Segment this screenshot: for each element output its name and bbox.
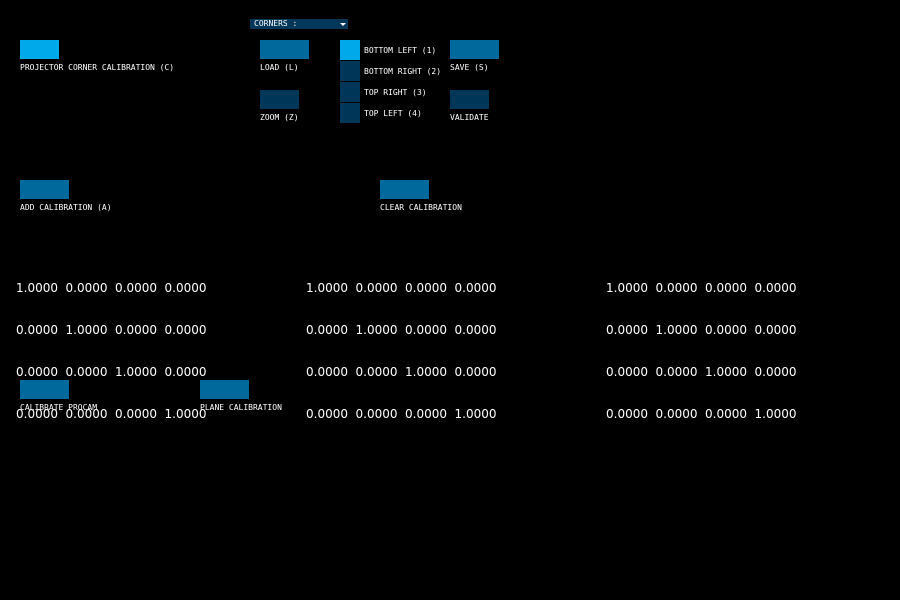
matrix-cell: 1.0000 [405, 365, 447, 379]
projector-corner-calibration-button[interactable] [20, 40, 59, 59]
save-button[interactable] [450, 40, 499, 59]
matrix-cell: 0.0000 [606, 323, 648, 337]
matrix-row: 0.0000 0.0000 0.0000 1.0000 [606, 407, 804, 421]
matrix-cell: 0.0000 [754, 323, 797, 337]
corner-option-label: BOTTOM LEFT (1) [364, 46, 437, 55]
corner-option-label: TOP LEFT (4) [364, 109, 422, 118]
clear-calibration-button[interactable] [380, 180, 429, 199]
zoom-button[interactable] [260, 90, 299, 109]
load-label: LOAD (L) [260, 63, 299, 72]
matrix-cell: 0.0000 [355, 407, 398, 421]
matrix-cell: 0.0000 [606, 407, 648, 421]
matrix-cell: 0.0000 [454, 323, 497, 337]
corner-option-label: BOTTOM RIGHT (2) [364, 67, 442, 76]
matrix-cell: 1.0000 [65, 323, 108, 337]
matrix-cell: 1.0000 [115, 365, 157, 379]
matrix-cell: 0.0000 [655, 365, 698, 379]
matrix-row: 0.0000 1.0000 0.0000 0.0000 [306, 323, 504, 337]
matrix-cell: 0.0000 [306, 407, 348, 421]
matrix-row: 1.0000 0.0000 0.0000 0.0000 [306, 281, 504, 295]
load-button[interactable] [260, 40, 309, 59]
matrix-cell: 0.0000 [115, 281, 157, 295]
matrix-cell: 0.0000 [16, 323, 58, 337]
matrix-row: 0.0000 1.0000 0.0000 0.0000 [606, 323, 804, 337]
matrix-cell: 1.0000 [306, 281, 348, 295]
matrix-cell: 0.0000 [705, 281, 747, 295]
matrix-row: 1.0000 0.0000 0.0000 0.0000 [606, 281, 804, 295]
projector-corner-calibration-label: PROJECTOR CORNER CALIBRATION (C) [20, 63, 175, 72]
chevron-down-icon [340, 23, 346, 26]
matrix-cell: 0.0000 [405, 281, 447, 295]
matrix-cell: 0.0000 [405, 407, 447, 421]
plane-calibration-label: PLANE CALIBRATION [200, 403, 282, 412]
plane-calibration-button[interactable] [200, 380, 249, 399]
matrix-cell: 0.0000 [405, 323, 447, 337]
matrix-cell: 0.0000 [754, 365, 797, 379]
matrix-cell: 0.0000 [705, 407, 747, 421]
matrix-cell: 1.0000 [16, 281, 58, 295]
corners-dropdown[interactable]: CORNERS : [250, 19, 348, 29]
validate-button[interactable] [450, 90, 489, 109]
validate-label: VALIDATE [450, 113, 489, 122]
matrix-row: 0.0000 0.0000 1.0000 0.0000 [306, 365, 504, 379]
corner-option-label: TOP RIGHT (3) [364, 88, 427, 97]
matrix-cell: 0.0000 [65, 281, 108, 295]
matrix-cell: 0.0000 [306, 365, 348, 379]
matrix-cell: 0.0000 [164, 323, 207, 337]
corner-option-top-right[interactable] [340, 82, 360, 102]
matrix-cell: 0.0000 [655, 281, 698, 295]
matrix-cell: 0.0000 [306, 323, 348, 337]
matrix-row: 0.0000 0.0000 1.0000 0.0000 [16, 365, 214, 379]
calibrate-procam-button[interactable] [20, 380, 69, 399]
calibration-matrix: 1.0000 0.0000 0.0000 0.0000 0.0000 1.0000 0.0… [306, 253, 504, 435]
matrix-cell: 0.0000 [16, 365, 58, 379]
corner-option-bottom-left[interactable] [340, 40, 360, 60]
matrix-cell: 0.0000 [164, 365, 207, 379]
matrix-cell: 0.0000 [754, 281, 797, 295]
matrix-cell: 0.0000 [65, 365, 108, 379]
corners-dropdown-label: CORNERS : [254, 19, 298, 28]
matrix-row: 1.0000 0.0000 0.0000 0.0000 [16, 281, 214, 295]
corner-option-top-left[interactable] [340, 103, 360, 123]
matrix-cell: 1.0000 [655, 323, 698, 337]
matrix-cell: 1.0000 [355, 323, 398, 337]
matrix-cell: 1.0000 [705, 365, 747, 379]
matrix-cell: 1.0000 [754, 407, 797, 421]
zoom-label: ZOOM (Z) [260, 113, 299, 122]
add-calibration-label: ADD CALIBRATION (A) [20, 203, 112, 212]
corner-option-bottom-right[interactable] [340, 61, 360, 81]
matrix-cell: 0.0000 [655, 407, 698, 421]
matrix-cell: 1.0000 [606, 281, 648, 295]
matrix-cell: 0.0000 [454, 281, 497, 295]
matrix-cell: 0.0000 [115, 407, 157, 421]
matrix-cell: 0.0000 [454, 365, 497, 379]
matrix-cell: 0.0000 [355, 281, 398, 295]
clear-calibration-label: CLEAR CALIBRATION [380, 203, 462, 212]
save-label: SAVE (S) [450, 63, 489, 72]
matrix-cell: 0.0000 [705, 323, 747, 337]
calibrate-procam-label: CALIBRATE PROCAM [20, 403, 98, 412]
matrix-row: 0.0000 0.0000 0.0000 1.0000 [306, 407, 504, 421]
matrix-cell: 0.0000 [164, 281, 207, 295]
matrix-cell: 0.0000 [606, 365, 648, 379]
matrix-cell: 0.0000 [355, 365, 398, 379]
calibration-matrix: 1.0000 0.0000 0.0000 0.0000 0.0000 1.0000 0.0… [606, 253, 804, 435]
matrix-row: 0.0000 1.0000 0.0000 0.0000 [16, 323, 214, 337]
matrix-row: 0.0000 0.0000 1.0000 0.0000 [606, 365, 804, 379]
matrix-cell: 0.0000 [115, 323, 157, 337]
matrix-cell: 1.0000 [454, 407, 497, 421]
add-calibration-button[interactable] [20, 180, 69, 199]
